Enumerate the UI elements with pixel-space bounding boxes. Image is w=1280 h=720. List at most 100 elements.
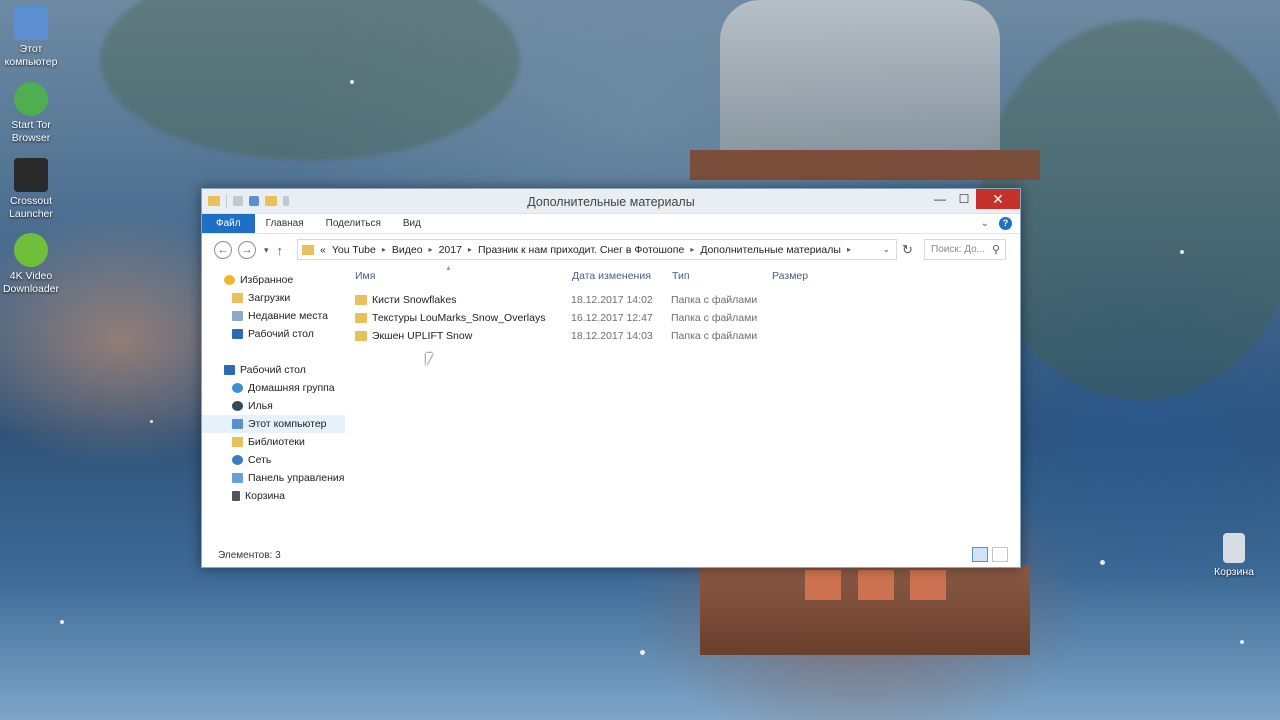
item-count: Элементов: 3 bbox=[218, 549, 281, 561]
address-dropdown-icon[interactable]: ⌄ bbox=[882, 244, 890, 255]
desktop-icon-label: Корзина bbox=[1214, 566, 1254, 578]
control-panel-icon bbox=[232, 473, 243, 483]
title-bar[interactable]: Дополнительные материалы — ☐ ✕ bbox=[202, 189, 1020, 214]
close-button[interactable]: ✕ bbox=[976, 189, 1020, 209]
nav-label: Домашняя группа bbox=[248, 382, 335, 394]
tor-browser-icon bbox=[14, 82, 48, 116]
breadcrumb-separator-icon[interactable]: ▸ bbox=[429, 245, 433, 254]
column-header-size[interactable]: Размер bbox=[772, 270, 808, 282]
navigation-pane: Избранное Загрузки Недавние места Рабочи… bbox=[202, 267, 345, 543]
nav-libraries[interactable]: Библиотеки bbox=[202, 433, 345, 451]
search-placeholder: Поиск: До... bbox=[931, 244, 986, 255]
4k-video-downloader-icon bbox=[14, 233, 48, 267]
breadcrumb-separator-icon[interactable]: ▸ bbox=[382, 245, 386, 254]
window-title: Дополнительные материалы bbox=[527, 195, 695, 209]
recycle-bin-icon bbox=[232, 491, 240, 501]
breadcrumb-project[interactable]: Празник к нам приходит. Снег в Фотошопе bbox=[478, 244, 684, 256]
ribbon-tabs: Файл Главная Поделиться Вид ⌄ ? bbox=[202, 214, 1020, 234]
nav-this-pc[interactable]: Этот компьютер bbox=[202, 415, 345, 433]
pine-branch bbox=[980, 20, 1280, 400]
desktop-icon-this-pc[interactable]: Этот компьютер bbox=[0, 6, 66, 69]
recent-locations-icon[interactable]: ▾ bbox=[264, 245, 269, 256]
tab-share[interactable]: Поделиться bbox=[315, 214, 392, 233]
tab-file[interactable]: Файл bbox=[202, 214, 255, 233]
file-date: 18.12.2017 14:03 bbox=[571, 330, 653, 342]
desktop-icon-label: Crossout Launcher bbox=[9, 195, 53, 220]
crossout-icon bbox=[14, 158, 48, 192]
breadcrumb-overflow[interactable]: « bbox=[320, 244, 326, 256]
file-row[interactable]: Кисти Snowflakes 18.12.2017 14:02 Папка … bbox=[345, 291, 965, 309]
nav-label: Избранное bbox=[240, 274, 294, 286]
address-bar[interactable]: « You Tube ▸ Видео ▸ 2017 ▸ Празник к на… bbox=[297, 239, 897, 260]
lantern-top bbox=[720, 0, 1000, 170]
recycle-bin-icon bbox=[1223, 533, 1245, 563]
nav-label: Рабочий стол bbox=[248, 328, 314, 340]
breadcrumb-current[interactable]: Дополнительные материалы bbox=[700, 244, 841, 256]
lantern-window bbox=[858, 570, 894, 600]
tab-home[interactable]: Главная bbox=[255, 214, 315, 233]
refresh-button[interactable]: ↻ bbox=[902, 242, 913, 258]
mouse-cursor-icon bbox=[426, 353, 433, 366]
minimize-button[interactable]: — bbox=[928, 189, 952, 209]
nav-downloads[interactable]: Загрузки bbox=[202, 289, 345, 307]
desktop-icon-4k-video-downloader[interactable]: 4K Video Downloader bbox=[0, 233, 66, 296]
snowflake bbox=[150, 420, 153, 423]
details-view-icon[interactable] bbox=[972, 547, 988, 562]
desktop-icon-crossout[interactable]: Crossout Launcher bbox=[0, 158, 66, 221]
up-button[interactable]: ↑ bbox=[277, 243, 284, 258]
file-row[interactable]: Текстуры LouMarks_Snow_Overlays 16.12.20… bbox=[345, 309, 965, 327]
lantern-window bbox=[910, 570, 946, 600]
forward-button[interactable]: → bbox=[238, 241, 256, 259]
nav-label: Загрузки bbox=[248, 292, 291, 304]
nav-favorites[interactable]: Избранное bbox=[202, 271, 345, 289]
help-icon[interactable]: ? bbox=[999, 217, 1012, 230]
file-type: Папка с файлами bbox=[671, 330, 758, 342]
desktop-icon-recycle-bin[interactable]: Корзина bbox=[1199, 533, 1269, 579]
snowflake bbox=[640, 650, 645, 655]
column-headers: ▲ Имя Дата изменения Тип Размер bbox=[345, 265, 1020, 289]
file-row[interactable]: Экшен UPLIFT Snow 18.12.2017 14:03 Папка… bbox=[345, 327, 965, 345]
nav-network[interactable]: Сеть bbox=[202, 451, 345, 469]
snowflake bbox=[60, 620, 64, 624]
file-type: Папка с файлами bbox=[671, 294, 758, 306]
snowflake bbox=[1240, 640, 1244, 644]
nav-desktop[interactable]: Рабочий стол bbox=[202, 361, 345, 379]
nav-label: Этот компьютер bbox=[248, 418, 327, 430]
nav-control-panel[interactable]: Панель управления bbox=[202, 469, 345, 487]
breadcrumb-separator-icon[interactable]: ▸ bbox=[468, 245, 472, 254]
lantern-window bbox=[805, 570, 841, 600]
breadcrumb-separator-icon[interactable]: ▸ bbox=[690, 245, 694, 254]
nav-user[interactable]: Илья bbox=[202, 397, 345, 415]
nav-homegroup[interactable]: Домашняя группа bbox=[202, 379, 345, 397]
snowflake bbox=[350, 80, 354, 84]
nav-recent-places[interactable]: Недавние места bbox=[202, 307, 345, 325]
search-input[interactable]: Поиск: До... ⚲ bbox=[924, 239, 1006, 260]
desktop-icon-label: Start Tor Browser bbox=[11, 119, 51, 144]
file-type: Папка с файлами bbox=[671, 312, 758, 324]
desktop-icon-tor-browser[interactable]: Start Tor Browser bbox=[0, 82, 66, 145]
tab-view[interactable]: Вид bbox=[392, 214, 432, 233]
network-icon bbox=[232, 455, 243, 465]
nav-desktop-favorite[interactable]: Рабочий стол bbox=[202, 325, 345, 343]
column-header-type[interactable]: Тип bbox=[672, 270, 690, 282]
column-header-date[interactable]: Дата изменения bbox=[572, 270, 651, 282]
breadcrumb-youtube[interactable]: You Tube bbox=[332, 244, 376, 256]
breadcrumb-2017[interactable]: 2017 bbox=[439, 244, 462, 256]
nav-recycle-bin[interactable]: Корзина bbox=[202, 487, 345, 505]
expand-ribbon-icon[interactable]: ⌄ bbox=[981, 218, 989, 229]
file-date: 18.12.2017 14:02 bbox=[571, 294, 653, 306]
nav-label: Недавние места bbox=[248, 310, 328, 322]
file-list: ▲ Имя Дата изменения Тип Размер Кисти Sn… bbox=[345, 265, 1020, 543]
maximize-button[interactable]: ☐ bbox=[952, 189, 976, 209]
back-button[interactable]: ← bbox=[214, 241, 232, 259]
search-icon[interactable]: ⚲ bbox=[992, 243, 1000, 256]
column-header-name[interactable]: Имя bbox=[355, 270, 375, 282]
large-icons-view-icon[interactable] bbox=[992, 547, 1008, 562]
explorer-body: Избранное Загрузки Недавние места Рабочи… bbox=[202, 265, 1020, 543]
lantern-roof bbox=[690, 150, 1040, 180]
breadcrumb-video[interactable]: Видео bbox=[392, 244, 423, 256]
view-switcher bbox=[972, 547, 1008, 562]
breadcrumb-separator-icon[interactable]: ▸ bbox=[847, 245, 851, 254]
desktop-icon-label: 4K Video Downloader bbox=[2, 270, 60, 295]
